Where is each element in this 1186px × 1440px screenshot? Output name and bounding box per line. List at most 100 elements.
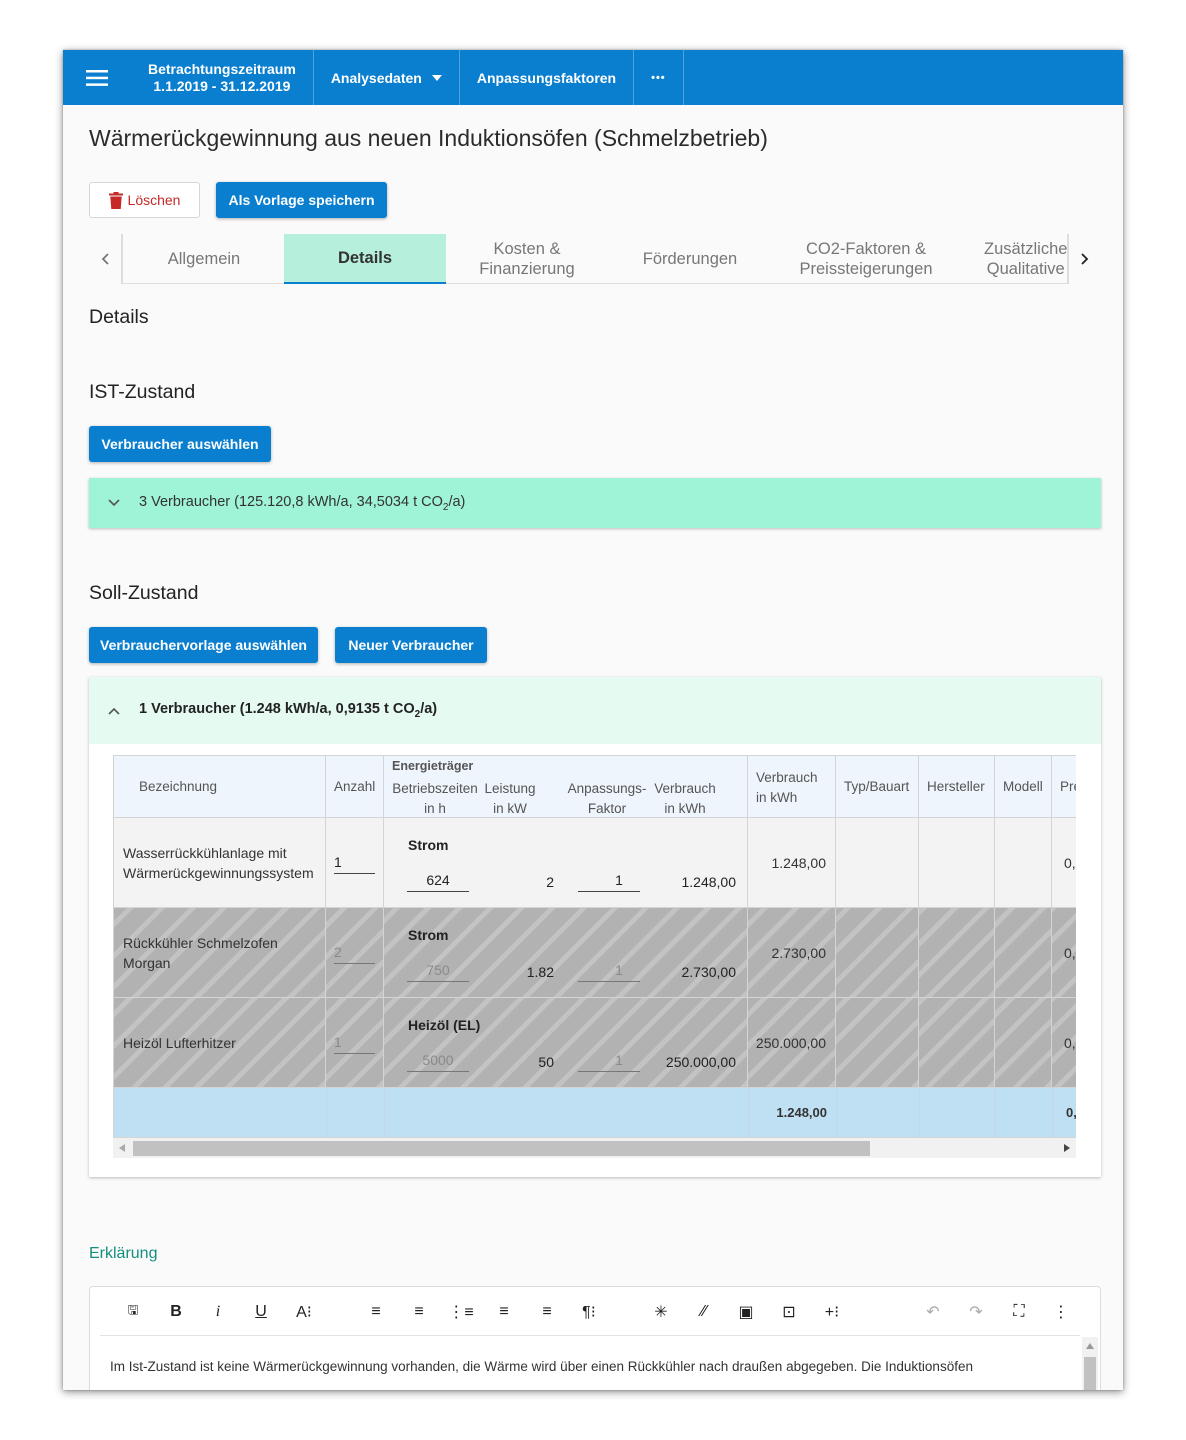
menu-button[interactable] (63, 50, 131, 105)
scroll-up-arrow-icon[interactable] (1086, 1343, 1094, 1349)
tab-foerderungen[interactable]: Förderungen (608, 234, 772, 284)
period-label: Betrachtungszeitraum (148, 61, 296, 77)
header-verbrauch: Verbrauch in kWh (748, 755, 836, 818)
underline-icon[interactable]: U (246, 1297, 276, 1327)
pre-value: 0,( (1064, 1035, 1076, 1051)
cell-bezeichnung: Heizöl Lufterhitzer (113, 998, 326, 1088)
scroll-right-arrow-icon[interactable] (1064, 1144, 1070, 1152)
analysedaten-menu[interactable]: Analysedaten (314, 50, 460, 105)
cell-typ (836, 818, 919, 908)
period-value: 1.1.2019 - 31.12.2019 (153, 78, 291, 94)
font-size-icon[interactable]: A⁝ (289, 1297, 319, 1327)
header-anpassungsfaktor: Anpassungs- Faktor (567, 781, 647, 816)
scroll-left-arrow-icon[interactable] (119, 1144, 125, 1152)
image-icon[interactable]: ▣ (731, 1297, 761, 1327)
scrollbar-thumb[interactable] (133, 1141, 870, 1156)
editor-scrollbar-thumb[interactable] (1084, 1357, 1096, 1390)
cell-modell (995, 908, 1052, 998)
save-icon[interactable]: 🖫 (118, 1297, 148, 1327)
leistung-value: 1.82 (526, 964, 554, 980)
header-leistung: Leistung in kW (484, 781, 536, 816)
caret-down-icon (431, 74, 442, 81)
anzahl-input[interactable]: 2 (334, 944, 375, 964)
save-template-button[interactable]: Als Vorlage speichern (216, 182, 387, 218)
delete-button[interactable]: Löschen (89, 182, 200, 218)
leistung-value: 50 (538, 1054, 554, 1070)
header-pre: Pre (1052, 755, 1076, 818)
ordered-list-icon[interactable]: ⋮≡ (446, 1297, 476, 1327)
align-center-icon[interactable]: ≡ (404, 1297, 434, 1327)
tab-scroll-right[interactable] (1067, 234, 1101, 284)
new-consumer-label: Neuer Verbraucher (348, 637, 474, 653)
select-consumer-button[interactable]: Verbraucher auswählen (89, 426, 271, 462)
new-consumer-button[interactable]: Neuer Verbraucher (335, 627, 487, 663)
image-manager-icon[interactable]: ⊡ (774, 1297, 804, 1327)
editor-scrollbar[interactable] (1082, 1337, 1098, 1390)
clear-format-icon[interactable]: ⁄⁄ (689, 1297, 719, 1327)
cell-hersteller (919, 908, 995, 998)
more-vert-icon[interactable]: ⋮ (1046, 1297, 1076, 1327)
betriebszeiten-input[interactable]: 624 (407, 872, 469, 892)
erklaerung-label: Erklärung (89, 1245, 158, 1262)
fullscreen-icon[interactable]: ⛶ (1004, 1297, 1034, 1327)
anpassungsfaktor-input[interactable]: 1 (578, 872, 640, 892)
redo-icon[interactable]: ↷ (961, 1297, 991, 1327)
align-right-icon[interactable]: ≡ (489, 1297, 519, 1327)
tab-co2-faktoren[interactable]: CO2-Faktoren & Preissteigerungen (772, 234, 960, 284)
justify-icon[interactable]: ≡ (532, 1297, 562, 1327)
energietraeger-name: Strom (408, 927, 449, 943)
italic-icon[interactable]: i (203, 1297, 233, 1327)
verbrauch-value: 1.248,00 (771, 855, 827, 871)
paragraph-icon[interactable]: ¶⁝ (574, 1297, 604, 1327)
period-selector[interactable]: Betrachtungszeitraum 1.1.2019 - 31.12.20… (131, 50, 314, 105)
anzahl-input[interactable]: 1 (334, 854, 375, 874)
cell-bezeichnung: Rückkühler Schmelzofen Morgan (113, 908, 326, 998)
header-anzahl: Anzahl (326, 755, 384, 818)
delete-label: Löschen (127, 192, 181, 208)
chevron-down-icon (89, 499, 139, 507)
tab-allgemein[interactable]: Allgemein (123, 234, 285, 284)
leistung-value: 2 (546, 874, 554, 890)
betriebszeiten-input[interactable]: 750 (407, 962, 469, 982)
bold-icon[interactable]: B (161, 1297, 191, 1327)
cell-verbrauch: 1.248,00 (748, 818, 836, 908)
anpassungsfaktor-input[interactable]: 1 (578, 1052, 640, 1072)
more-dots-icon: ••• (651, 71, 666, 84)
tab-details[interactable]: Details (284, 234, 446, 284)
cell-verbrauch: 2.730,00 (748, 908, 836, 998)
tab-bar: Allgemein Details Kosten & Finanzierung F… (89, 234, 1101, 284)
soll-panel-header[interactable]: 1 Verbraucher (1.248 kWh/a, 0,9135 t CO2… (89, 677, 1101, 744)
pre-value: 0,( (1064, 855, 1076, 871)
tab-scroll-left[interactable] (89, 234, 123, 284)
soll-summary: 1 Verbraucher (1.248 kWh/a, 0,9135 t CO2… (139, 701, 438, 720)
tab-kosten-finanzierung[interactable]: Kosten & Finanzierung (446, 234, 608, 284)
cell-anzahl: 1 (326, 818, 384, 908)
energietraeger-name: Heizöl (EL) (408, 1017, 481, 1033)
ist-consumers-panel[interactable]: 3 Verbraucher (125.120,8 kWh/a, 34,5034 … (89, 478, 1101, 528)
cell-energie: Heizöl (EL) 5000 50 1 250.000,00 (384, 998, 748, 1088)
header-betriebszeiten: Betriebszeiten in h (392, 781, 478, 816)
select-consumer-label: Verbraucher auswählen (101, 436, 259, 452)
verbrauch-value: 250.000,00 (755, 1035, 826, 1051)
cell-energie: Strom 624 2 1 1.248,00 (384, 818, 748, 908)
special-char-icon[interactable]: ✳ (646, 1297, 676, 1327)
cell-verbrauch: 250.000,00 (748, 998, 836, 1088)
anpassungsfaktoren-menu[interactable]: Anpassungsfaktoren (460, 50, 635, 105)
sum-row: 1.248,00 0,( (113, 1088, 1076, 1138)
align-left-icon[interactable]: ≡ (361, 1297, 391, 1327)
select-template-label: Verbrauchervorlage auswählen (100, 637, 307, 653)
table-horizontal-scrollbar[interactable] (113, 1138, 1076, 1158)
cell-modell (995, 818, 1052, 908)
betriebszeiten-input[interactable]: 5000 (407, 1052, 469, 1072)
more-menu[interactable]: ••• (634, 50, 684, 105)
details-heading: Details (89, 306, 149, 328)
undo-icon[interactable]: ↶ (918, 1297, 948, 1327)
select-template-button[interactable]: Verbrauchervorlage auswählen (89, 627, 318, 663)
save-template-label: Als Vorlage speichern (228, 192, 375, 208)
header-verbrauch-inner: Verbrauch in kWh (654, 781, 716, 816)
insert-icon[interactable]: +⁝ (817, 1297, 847, 1327)
anzahl-input[interactable]: 1 (334, 1034, 375, 1054)
anpassungsfaktor-input[interactable]: 1 (578, 962, 640, 982)
pre-value: 0,( (1064, 945, 1076, 961)
erklaerung-text[interactable]: Im Ist-Zustand ist keine Wärmerückgewinn… (110, 1359, 973, 1374)
